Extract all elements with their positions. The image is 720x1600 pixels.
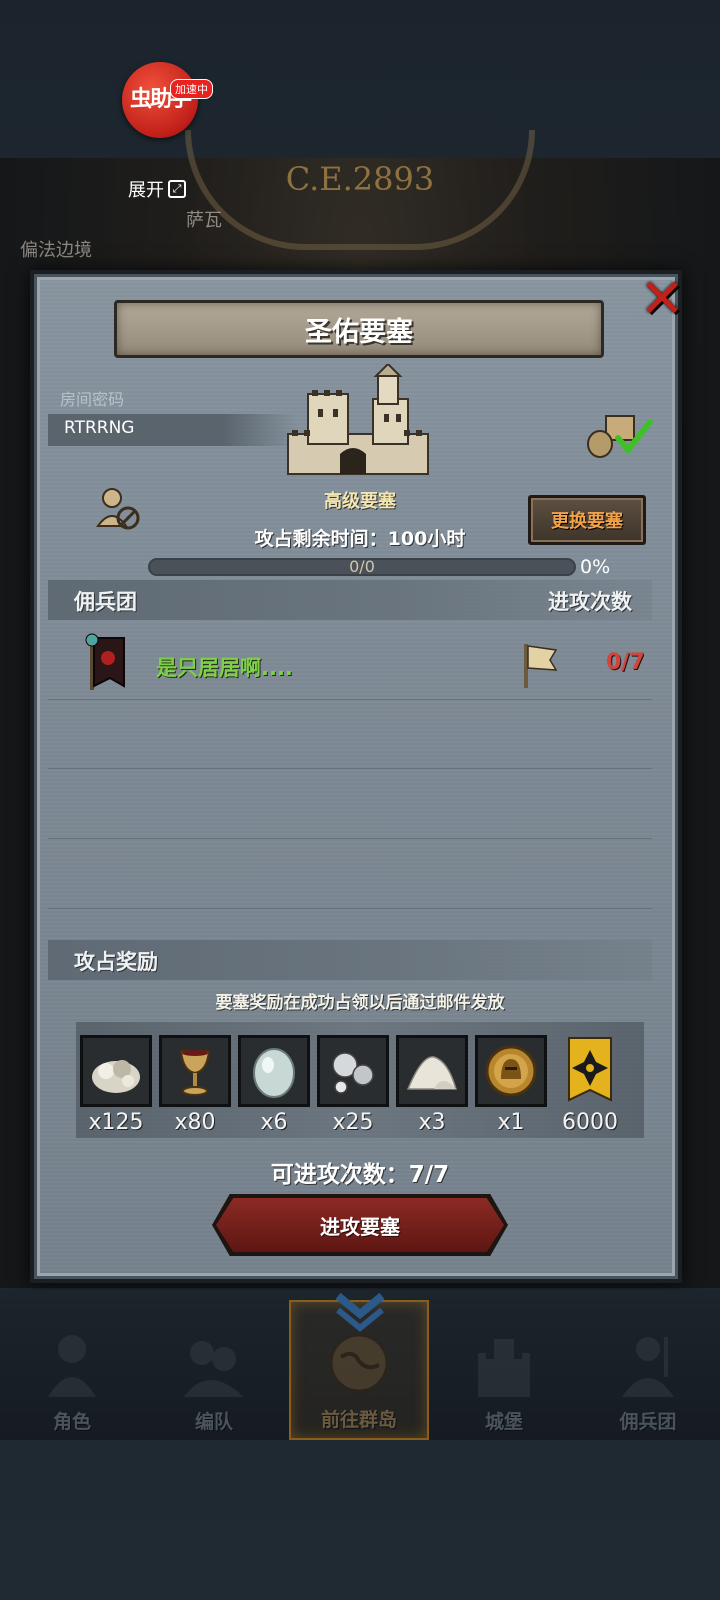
- moonstone-icon[interactable]: [238, 1035, 310, 1107]
- mercury-icon[interactable]: [317, 1035, 389, 1107]
- attack-flag-icon: [524, 644, 558, 688]
- capture-progress-text: 0/0: [349, 557, 375, 576]
- mercenary-attack-count: 0/7: [606, 650, 645, 675]
- rewards-header: 攻占奖励: [74, 950, 158, 974]
- remaining-attacks: 可进攻次数：7/7: [270, 1162, 450, 1188]
- nav-label: 角色: [52, 1411, 91, 1433]
- mercenary-header: 佣兵团: [74, 590, 137, 614]
- year-label: C.E.2893: [285, 160, 435, 198]
- room-code-value: RTRRNG: [64, 418, 135, 438]
- expand-label: 展开: [128, 180, 164, 201]
- nav-label: 佣兵团: [619, 1411, 677, 1433]
- map-region-label: 萨瓦: [186, 210, 222, 231]
- castle-icon: [287, 364, 429, 475]
- reward-quantity: x1: [497, 1110, 525, 1135]
- reward-quantity: 6000: [562, 1110, 618, 1135]
- formation-icon: [184, 1341, 244, 1397]
- supply-ready-icon[interactable]: [584, 410, 654, 460]
- fortress-type: 高级要塞: [324, 491, 396, 512]
- globe-icon: [329, 1333, 389, 1393]
- mercenary-name: 是只居居啊....: [156, 656, 293, 680]
- room-code-label: 房间密码: [60, 390, 125, 409]
- nav-label: 前往群岛: [320, 1409, 397, 1431]
- nav-tab-character[interactable]: 角色: [2, 1300, 142, 1440]
- guild-banner-icon[interactable]: [554, 1035, 626, 1107]
- reward-quantity: x125: [88, 1110, 144, 1135]
- attack-fortress-button[interactable]: 进攻要塞: [216, 1198, 504, 1252]
- nav-tab-castle[interactable]: 城堡: [434, 1300, 574, 1440]
- reward-quantity: x6: [260, 1110, 288, 1135]
- reward-quantity: x25: [332, 1110, 374, 1135]
- capture-progress-bar: 0/0: [148, 557, 576, 576]
- capture-progress-percent: 0%: [580, 556, 611, 578]
- reward-quantity: x3: [418, 1110, 446, 1135]
- capture-time-left: 攻占剩余时间：100小时: [254, 528, 466, 550]
- empty-row-divider: [48, 838, 652, 839]
- close-icon[interactable]: ✕: [634, 267, 690, 330]
- empty-row-divider: [48, 908, 652, 909]
- reward-note: 要塞奖励在成功占领以后通过邮件发放: [215, 993, 505, 1013]
- goblet-icon[interactable]: [159, 1035, 231, 1107]
- map-region-label: 偏法边境: [20, 240, 92, 261]
- silver-ore-icon[interactable]: [80, 1035, 152, 1107]
- chevron-down-icon: [335, 1292, 385, 1332]
- nav-tab-mercenary[interactable]: 佣兵团: [578, 1300, 718, 1440]
- castle-icon: [478, 1339, 530, 1397]
- nav-tab-formation[interactable]: 编队: [144, 1300, 284, 1440]
- nav-label: 编队: [194, 1411, 233, 1433]
- mercenary-banner-icon: [85, 633, 125, 690]
- mercenary-row[interactable]: [48, 628, 652, 700]
- attack-count-header: 进攻次数: [548, 590, 632, 614]
- nav-label: 城堡: [484, 1411, 523, 1433]
- knight-coin-icon[interactable]: [475, 1035, 547, 1107]
- swap-fortress-button[interactable]: 更换要塞: [528, 495, 646, 545]
- reward-quantity: x80: [174, 1110, 216, 1135]
- mercenary-icon: [622, 1337, 674, 1397]
- helper-badge[interactable]: 虫助手: [122, 62, 198, 138]
- helper-status-tag: 加速中: [170, 79, 213, 99]
- expand-button[interactable]: 展开 ⤢: [128, 176, 186, 202]
- expand-icon: ⤢: [168, 180, 186, 198]
- no-occupant-icon: [96, 488, 140, 530]
- fortress-title: 圣佑要塞: [114, 300, 604, 358]
- knight-icon: [48, 1335, 96, 1397]
- empty-row-divider: [48, 768, 652, 769]
- salt-pile-icon[interactable]: [396, 1035, 468, 1107]
